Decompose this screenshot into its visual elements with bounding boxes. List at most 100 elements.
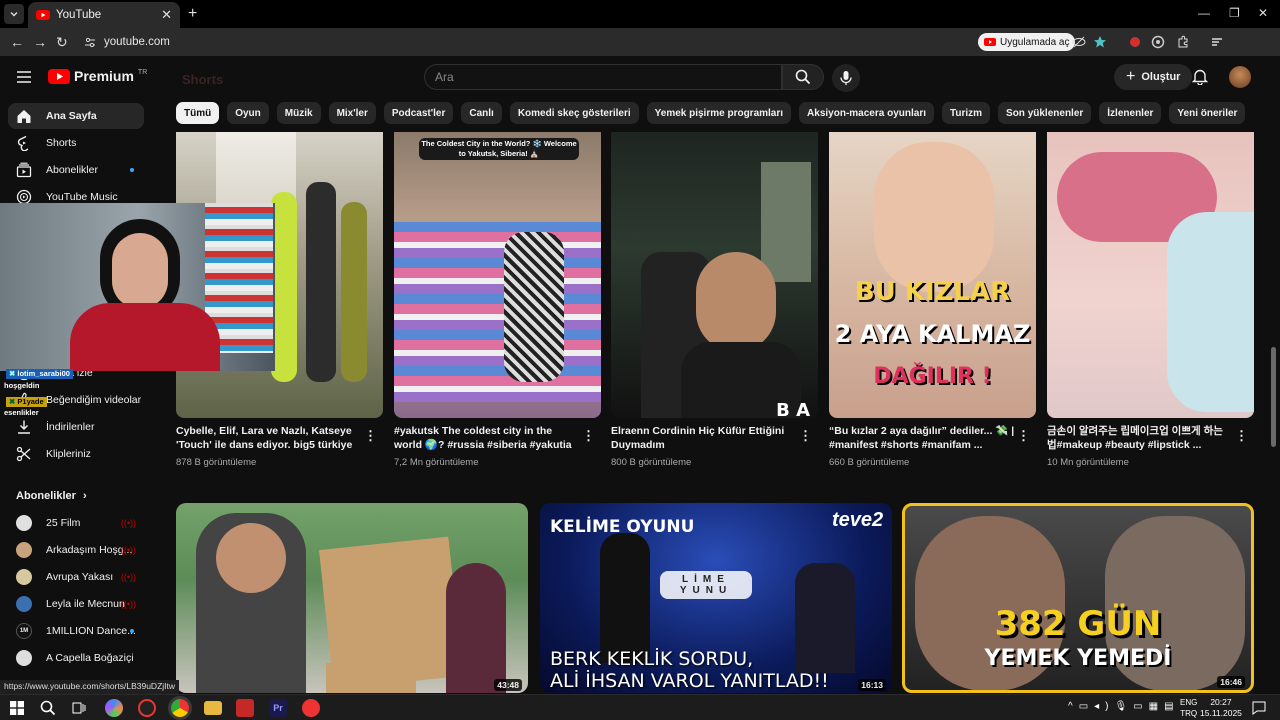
subscription-item[interactable]: 1M 1MILLION Dance...: [8, 618, 144, 644]
system-tray-icons[interactable]: ^▭◂)🎙▭▦▤: [1068, 701, 1180, 712]
task-view-icon[interactable]: [72, 701, 86, 715]
subscription-item[interactable]: A Capella Boğaziçi: [8, 645, 144, 671]
notifications-bell-icon[interactable]: [1192, 68, 1208, 85]
youtube-premium-logo[interactable]: Premium TR: [48, 68, 147, 84]
short-thumbnail[interactable]: The Coldest City in the World? ❄️ Welcom…: [394, 132, 601, 418]
filter-chip[interactable]: İzlenenler: [1099, 102, 1162, 124]
chat-message: hoşgeldin: [4, 381, 40, 390]
subscription-item[interactable]: Avrupa Yakası ((•)): [8, 564, 144, 590]
filter-chip[interactable]: Tümü: [176, 102, 220, 124]
chat-badge-icon: ✖: [9, 397, 16, 406]
channel-avatar: [16, 515, 32, 531]
short-title[interactable]: 금손이 알려주는 립메이크업 이쁘게 하는 법#makeup #beauty #…: [1047, 424, 1233, 452]
voice-search-button[interactable]: [832, 64, 860, 92]
copilot-app-icon[interactable]: [105, 699, 123, 717]
short-views: 878 B görüntüleme: [176, 457, 257, 468]
face-shape: [874, 142, 994, 292]
back-icon[interactable]: ←: [10, 34, 24, 50]
filter-chip[interactable]: Komedi skeç gösterileri: [509, 102, 639, 124]
app-icon[interactable]: [138, 699, 156, 717]
restore-icon[interactable]: ❐: [1229, 6, 1240, 20]
page-scrollbar[interactable]: [1271, 347, 1276, 447]
filter-chip[interactable]: Son yüklenenler: [998, 102, 1092, 124]
video-app-icon[interactable]: [236, 699, 254, 717]
file-explorer-icon[interactable]: [204, 701, 222, 715]
forward-icon[interactable]: →: [33, 34, 47, 50]
short-card[interactable]: 금손이 알려주는 립메이크업 이쁘게 하는 법#makeup #beauty #…: [1047, 132, 1254, 468]
short-thumbnail[interactable]: BU KIZLAR 2 AYA KALMAZ DAĞILIR !: [829, 132, 1036, 418]
reading-list-icon[interactable]: [1210, 35, 1224, 49]
create-button[interactable]: + Oluştur: [1114, 64, 1193, 90]
channel-avatar: [16, 569, 32, 585]
video-thumbnail[interactable]: 382 GÜN YEMEK YEMEDİ 16:46: [902, 503, 1254, 693]
filter-chip[interactable]: Oyun: [227, 102, 269, 124]
more-options-icon[interactable]: ⋮: [1235, 428, 1248, 444]
search-icon[interactable]: [40, 700, 56, 716]
sidebar-item-subscriptions[interactable]: Abonelikler: [8, 157, 144, 183]
extension-red-icon[interactable]: [1128, 35, 1142, 49]
short-thumbnail[interactable]: [1047, 132, 1254, 418]
sidebar-item-clips[interactable]: Klipleriniz: [8, 441, 144, 467]
search-input[interactable]: Ara: [424, 64, 782, 90]
tab-search-button[interactable]: [4, 4, 24, 24]
more-options-icon[interactable]: ⋮: [364, 428, 377, 444]
minimize-icon[interactable]: —: [1198, 6, 1210, 20]
filter-chip[interactable]: Müzik: [276, 102, 321, 124]
address-bar[interactable]: youtube.com: [84, 32, 170, 52]
sidebar-item-shorts[interactable]: Shorts: [8, 130, 144, 156]
system-clock[interactable]: 20:27 15.11.2025: [1200, 697, 1242, 719]
close-window-icon[interactable]: ✕: [1258, 6, 1268, 20]
close-tab-icon[interactable]: ✕: [161, 7, 172, 23]
subscription-item[interactable]: Arkadaşım Hoşg... ((•)): [8, 537, 144, 563]
notification-center-icon[interactable]: [1252, 701, 1266, 715]
search-button[interactable]: [782, 64, 824, 90]
filter-chip[interactable]: Yeni öneriler: [1169, 102, 1246, 124]
eye-off-icon[interactable]: [1072, 35, 1086, 49]
reload-icon[interactable]: ↻: [56, 34, 68, 51]
short-card[interactable]: B A Elraenn Cordinin Hiç Küfür Ettiğini …: [611, 132, 818, 468]
menu-icon[interactable]: [16, 70, 32, 84]
scissors-icon: [16, 446, 31, 462]
premiere-pro-icon[interactable]: Pr: [269, 699, 287, 717]
more-options-icon[interactable]: ⋮: [1017, 428, 1030, 444]
open-in-app-button[interactable]: Uygulamada aç: [978, 33, 1076, 51]
video-caption-line: YEMEK YEMEDİ: [984, 646, 1172, 671]
short-title[interactable]: Cybelle, Elif, Lara ve Nazlı, Katseye 'T…: [176, 424, 362, 452]
short-card[interactable]: BU KIZLAR 2 AYA KALMAZ DAĞILIR ! “Bu kız…: [829, 132, 1036, 468]
filter-chip[interactable]: Aksiyon-macera oyunları: [799, 102, 934, 124]
filter-chip[interactable]: Yemek pişirme programları: [646, 102, 792, 124]
video-thumbnail[interactable]: KELİME OYUNU teve2 LİME YUNU BERK KEKLİK…: [540, 503, 892, 693]
new-tab-button[interactable]: +: [188, 5, 197, 23]
extensions-puzzle-icon[interactable]: [1176, 35, 1190, 49]
more-options-icon[interactable]: ⋮: [799, 428, 812, 444]
face-shape: [112, 233, 168, 309]
short-card[interactable]: The Coldest City in the World? ❄️ Welcom…: [394, 132, 601, 468]
person-face: [216, 523, 286, 593]
short-thumbnail[interactable]: B A: [611, 132, 818, 418]
subscription-item[interactable]: Leyla ile Mecnun ((•)): [8, 591, 144, 617]
filter-chip[interactable]: Podcast'ler: [383, 102, 454, 124]
browser-tab-strip: YouTube ✕ + — ❐ ✕: [0, 0, 1280, 28]
subscriptions-header[interactable]: Abonelikler ›: [16, 490, 87, 502]
short-title[interactable]: “Bu kızlar 2 aya dağılır” dediler... 💸 |…: [829, 424, 1015, 452]
chrome-app-icon[interactable]: [171, 699, 189, 717]
youtube-app-icon: [984, 38, 996, 46]
more-options-icon[interactable]: ⋮: [582, 428, 595, 444]
browser-tab-youtube[interactable]: YouTube ✕: [28, 2, 180, 28]
language-line: TRQ: [1180, 709, 1198, 718]
short-title[interactable]: Elraenn Cordinin Hiç Küfür Ettiğini Duym…: [611, 424, 797, 452]
recording-app-icon[interactable]: [302, 699, 320, 717]
video-thumbnail[interactable]: 43:48: [176, 503, 528, 693]
input-language[interactable]: ENG TRQ: [1180, 697, 1197, 719]
extension-gray-icon[interactable]: [1151, 35, 1165, 49]
windows-start-icon[interactable]: [10, 701, 24, 715]
bookmark-star-icon[interactable]: [1093, 35, 1107, 49]
sidebar-item-home[interactable]: Ana Sayfa: [8, 103, 144, 129]
logo-region: TR: [137, 68, 148, 76]
short-title[interactable]: #yakutsk The coldest city in the world 🌍…: [394, 424, 580, 452]
subscription-item[interactable]: 25 Film ((•)): [8, 510, 144, 536]
filter-chip[interactable]: Canlı: [461, 102, 502, 124]
filter-chip[interactable]: Mix'ler: [328, 102, 376, 124]
user-avatar[interactable]: [1229, 66, 1251, 88]
filter-chip[interactable]: Turizm: [941, 102, 991, 124]
